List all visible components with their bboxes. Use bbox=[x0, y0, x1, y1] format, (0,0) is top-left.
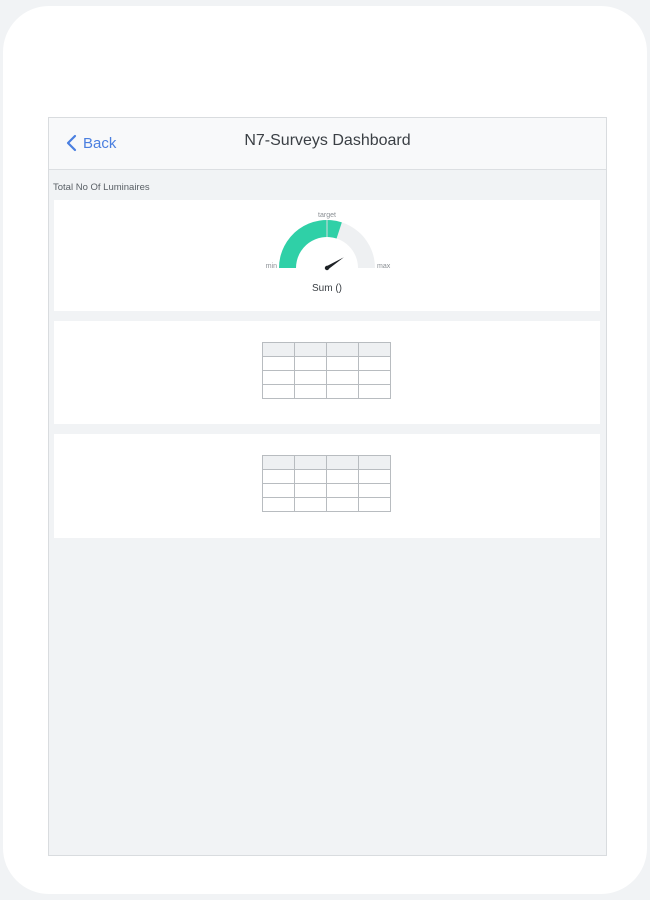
gauge-chart: target min max bbox=[266, 212, 391, 271]
table-cell bbox=[294, 356, 327, 371]
table-cell bbox=[358, 342, 391, 357]
table-cell bbox=[262, 370, 295, 385]
gauge-target-label: target bbox=[318, 212, 336, 219]
table-cell bbox=[262, 384, 295, 399]
table-cell bbox=[294, 370, 327, 385]
table-widget bbox=[262, 342, 391, 399]
table-cell bbox=[262, 469, 295, 484]
table-card[interactable] bbox=[54, 321, 600, 424]
app-screen: Back N7-Surveys Dashboard Total No Of Lu… bbox=[48, 117, 607, 856]
table-row bbox=[262, 356, 391, 371]
table-row bbox=[262, 483, 391, 498]
table-header-row bbox=[262, 342, 391, 357]
table-cell bbox=[294, 455, 327, 470]
gauge-fill bbox=[279, 220, 342, 268]
table-cell bbox=[326, 342, 359, 357]
table-cell bbox=[326, 455, 359, 470]
table-cell bbox=[262, 356, 295, 371]
table-cell bbox=[294, 384, 327, 399]
gauge-card[interactable]: target min max Sum () bbox=[54, 200, 600, 311]
table-cell bbox=[262, 455, 295, 470]
table-cell bbox=[262, 497, 295, 512]
table-cell bbox=[326, 384, 359, 399]
page-title: N7-Surveys Dashboard bbox=[244, 132, 411, 149]
gauge-min-label: min bbox=[266, 263, 277, 270]
table-cell bbox=[326, 497, 359, 512]
table-header-row bbox=[262, 455, 391, 470]
navigation-bar: Back N7-Surveys Dashboard bbox=[49, 118, 606, 170]
table-cell bbox=[262, 483, 295, 498]
gauge-caption: Sum () bbox=[312, 283, 342, 294]
table-cell bbox=[358, 483, 391, 498]
table-cell bbox=[294, 483, 327, 498]
table-cell bbox=[262, 342, 295, 357]
table-cell bbox=[294, 497, 327, 512]
table-widget bbox=[262, 455, 391, 512]
section-label: Total No Of Luminaires bbox=[53, 182, 150, 193]
table-cell bbox=[358, 384, 391, 399]
table-cell bbox=[294, 469, 327, 484]
table-row bbox=[262, 469, 391, 484]
table-cell bbox=[358, 469, 391, 484]
table-cell bbox=[358, 455, 391, 470]
gauge-max-label: max bbox=[377, 263, 391, 270]
table-cell bbox=[358, 370, 391, 385]
table-card[interactable] bbox=[54, 434, 600, 538]
table-cell bbox=[358, 497, 391, 512]
table-cell bbox=[294, 342, 327, 357]
table-cell bbox=[326, 469, 359, 484]
device-frame: Back N7-Surveys Dashboard Total No Of Lu… bbox=[3, 6, 647, 894]
table-cell bbox=[326, 370, 359, 385]
table-row bbox=[262, 497, 391, 512]
table-cell bbox=[326, 483, 359, 498]
gauge-hub bbox=[324, 265, 330, 271]
table-cell bbox=[326, 356, 359, 371]
table-cell bbox=[358, 356, 391, 371]
table-row bbox=[262, 370, 391, 385]
table-row bbox=[262, 384, 391, 399]
